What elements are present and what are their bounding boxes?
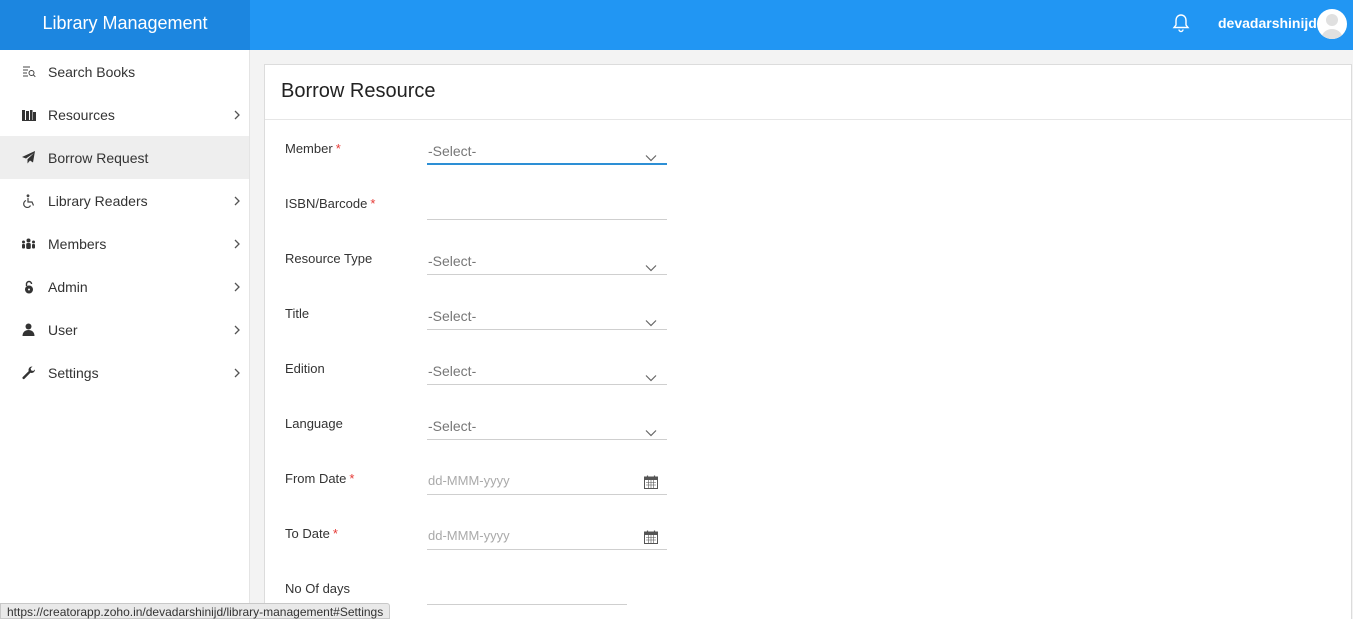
sidebar-item-label: Library Readers: [48, 192, 148, 209]
no-of-days-input[interactable]: [427, 581, 627, 605]
sidebar-item-label: Members: [48, 235, 107, 252]
sidebar-item-search-books[interactable]: Search Books: [0, 50, 249, 93]
members-icon: [21, 236, 36, 251]
sidebar-item-label: Settings: [48, 364, 99, 381]
from-date-input[interactable]: dd-MMM-yyyy: [427, 471, 667, 495]
resource-type-select[interactable]: -Select-: [427, 251, 667, 275]
title-select-value: -Select-: [428, 308, 477, 324]
language-label: Language: [285, 416, 343, 431]
username[interactable]: devadarshinijd: [1218, 15, 1317, 31]
borrow-resource-panel: Borrow Resource Member * -Select- ISBN/Ba…: [264, 64, 1352, 619]
chevron-down-icon: [645, 259, 657, 272]
chevron-right-icon: [233, 108, 241, 120]
no-of-days-label: No Of days: [285, 581, 351, 596]
isbn-barcode-input[interactable]: [427, 196, 667, 220]
sidebar: Search Books Resources Borrow Request Li…: [0, 50, 250, 619]
chevron-right-icon: [233, 366, 241, 378]
edition-label: Edition: [285, 361, 325, 376]
avatar[interactable]: [1317, 9, 1347, 39]
chevron-down-icon: [645, 424, 657, 437]
divider: [265, 119, 1351, 120]
library-icon: [21, 107, 36, 122]
sidebar-item-members[interactable]: Members: [0, 222, 249, 265]
edition-select[interactable]: -Select-: [427, 361, 667, 385]
chevron-right-icon: [233, 194, 241, 206]
chevron-right-icon: [233, 280, 241, 292]
page-title: Borrow Resource: [281, 80, 436, 102]
from-date-label: From Date *: [285, 471, 355, 486]
to-date-label: To Date *: [285, 526, 338, 541]
chevron-down-icon: [645, 149, 657, 162]
sidebar-item-settings[interactable]: Settings: [0, 351, 249, 394]
sidebar-item-label: Resources: [48, 106, 115, 123]
status-bar-url: https://creatorapp.zoho.in/devadarshinij…: [0, 603, 391, 619]
paper-plane-icon: [21, 150, 36, 165]
member-select[interactable]: -Select-: [427, 141, 667, 165]
sidebar-item-admin[interactable]: Admin: [0, 265, 249, 308]
sidebar-item-resources[interactable]: Resources: [0, 93, 249, 136]
to-date-placeholder: dd-MMM-yyyy: [428, 528, 510, 543]
edition-select-value: -Select-: [428, 363, 477, 379]
user-icon: [21, 322, 36, 337]
language-select-value: -Select-: [428, 418, 477, 434]
calendar-icon[interactable]: [644, 530, 658, 544]
to-date-input[interactable]: dd-MMM-yyyy: [427, 526, 667, 550]
title-label: Title: [285, 306, 310, 321]
resource-type-label: Resource Type: [285, 251, 373, 266]
resource-type-select-value: -Select-: [428, 253, 477, 269]
sidebar-item-label: Borrow Request: [48, 149, 149, 166]
sidebar-item-borrow-request[interactable]: Borrow Request: [0, 136, 249, 179]
top-header: Library Management devadarshinijd: [0, 0, 1353, 50]
sidebar-item-label: Search Books: [48, 63, 136, 80]
bell-icon[interactable]: [1172, 13, 1190, 33]
calendar-icon[interactable]: [644, 475, 658, 489]
sidebar-item-library-readers[interactable]: Library Readers: [0, 179, 249, 222]
wheelchair-icon: [21, 193, 36, 208]
chevron-down-icon: [645, 369, 657, 382]
isbn-barcode-label: ISBN/Barcode *: [285, 196, 376, 211]
chevron-right-icon: [233, 237, 241, 249]
language-select[interactable]: -Select-: [427, 416, 667, 440]
search-books-icon: [21, 64, 36, 79]
app-title[interactable]: Library Management: [0, 0, 250, 50]
wrench-icon: [21, 365, 36, 380]
sidebar-item-label: Admin: [48, 278, 88, 295]
from-date-placeholder: dd-MMM-yyyy: [428, 473, 510, 488]
sidebar-item-label: User: [48, 321, 78, 338]
member-select-value: -Select-: [428, 143, 477, 159]
chevron-down-icon: [645, 314, 657, 327]
lock-icon: [21, 279, 36, 294]
title-select[interactable]: -Select-: [427, 306, 667, 330]
sidebar-item-user[interactable]: User: [0, 308, 249, 351]
member-label: Member *: [285, 141, 341, 156]
chevron-right-icon: [233, 323, 241, 335]
